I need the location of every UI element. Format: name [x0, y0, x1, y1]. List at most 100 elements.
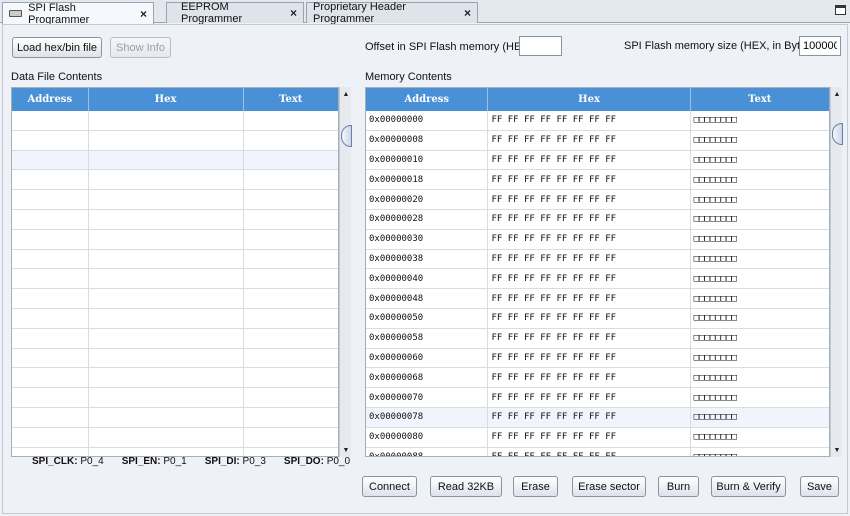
- table-row[interactable]: [12, 269, 338, 290]
- table-row[interactable]: 0x00000000 FF FF FF FF FF FF FF FF □□□□□□□…: [366, 111, 829, 131]
- text-cell: [244, 349, 338, 368]
- pin-spi-do: SPI_DO: P0_0: [284, 456, 350, 467]
- hex-cell: [89, 368, 244, 388]
- read-32kb-button[interactable]: Read 32KB: [430, 476, 502, 497]
- scroll-down-icon[interactable]: ▼: [340, 445, 352, 455]
- load-file-button[interactable]: Load hex/bin file: [12, 37, 102, 58]
- memory-scrollbar[interactable]: ▲ ▼: [830, 87, 843, 457]
- erase-button[interactable]: Erase: [513, 476, 558, 497]
- scroll-down-icon[interactable]: ▼: [831, 445, 843, 455]
- text-cell: [244, 309, 338, 328]
- pin-spi-en: SPI_EN: P0_1: [122, 456, 187, 467]
- table-row[interactable]: 0x00000020 FF FF FF FF FF FF FF FF □□□□□□□…: [366, 190, 829, 210]
- connect-button[interactable]: Connect: [362, 476, 417, 497]
- table-row[interactable]: [12, 407, 338, 428]
- hex-cell: [89, 209, 244, 229]
- table-row[interactable]: 0x00000078 FF FF FF FF FF FF FF FF □□□□□□□…: [366, 407, 829, 428]
- memory-size-input[interactable]: [799, 36, 841, 56]
- hex-cell: [89, 348, 244, 368]
- address-cell: [12, 150, 89, 170]
- table-row[interactable]: [12, 289, 338, 309]
- address-cell: 0x00000080: [366, 427, 489, 447]
- column-header-text[interactable]: Text: [691, 88, 829, 111]
- address-cell: [12, 229, 89, 249]
- tab-label: Proprietary Header Programmer: [313, 1, 406, 25]
- hex-cell: FF FF FF FF FF FF FF FF: [488, 111, 691, 130]
- table-row[interactable]: [12, 190, 338, 210]
- table-row[interactable]: 0x00000068 FF FF FF FF FF FF FF FF □□□□□□□…: [366, 368, 829, 389]
- column-header-hex[interactable]: Hex: [89, 88, 244, 111]
- close-icon[interactable]: ×: [140, 7, 147, 21]
- scroll-up-icon[interactable]: ▲: [831, 89, 843, 99]
- table-row[interactable]: 0x00000030 FF FF FF FF FF FF FF FF □□□□□□□…: [366, 229, 829, 250]
- offset-label: Offset in SPI Flash memory (HEX):: [365, 41, 536, 53]
- table-row[interactable]: [12, 368, 338, 389]
- column-header-hex[interactable]: Hex: [488, 88, 691, 111]
- save-button[interactable]: Save: [800, 476, 839, 497]
- text-cell: □□□□□□□□: [693, 432, 737, 443]
- text-cell: [244, 131, 338, 150]
- hex-cell: [89, 388, 244, 407]
- hex-cell: FF FF FF FF FF FF FF FF: [488, 269, 691, 289]
- table-row[interactable]: [12, 209, 338, 230]
- table-row[interactable]: 0x00000048 FF FF FF FF FF FF FF FF □□□□□□□…: [366, 289, 829, 309]
- text-cell: [244, 151, 338, 170]
- column-header-text[interactable]: Text: [244, 88, 338, 111]
- scroll-up-icon[interactable]: ▲: [340, 89, 352, 99]
- table-row[interactable]: 0x00000060 FF FF FF FF FF FF FF FF □□□□□□□…: [366, 348, 829, 369]
- table-row[interactable]: [12, 328, 338, 349]
- table-row[interactable]: 0x00000028 FF FF FF FF FF FF FF FF □□□□□□□…: [366, 209, 829, 230]
- tab-spi-flash-programmer[interactable]: SPI Flash Programmer ×: [2, 2, 154, 26]
- column-header-address[interactable]: Address: [12, 88, 89, 111]
- table-row[interactable]: [12, 150, 338, 171]
- show-info-button[interactable]: Show Info: [110, 37, 171, 58]
- text-cell: [244, 210, 338, 229]
- table-row[interactable]: 0x00000010 FF FF FF FF FF FF FF FF □□□□□□□…: [366, 150, 829, 171]
- tab-eeprom-programmer[interactable]: EEPROM Programmer ×: [166, 1, 304, 25]
- table-row[interactable]: 0x00000088 FF FF FF FF FF FF FF FF □□□□□□□…: [366, 447, 829, 456]
- table-row[interactable]: [12, 130, 338, 151]
- hex-cell: [89, 427, 244, 447]
- scroll-thumb[interactable]: [832, 123, 843, 145]
- burn-verify-button[interactable]: Burn & Verify: [711, 476, 786, 497]
- offset-input[interactable]: [519, 36, 562, 56]
- close-icon[interactable]: ×: [464, 6, 471, 20]
- table-row[interactable]: [12, 229, 338, 250]
- maximize-icon[interactable]: [835, 5, 846, 15]
- table-row[interactable]: [12, 388, 338, 408]
- table-row[interactable]: 0x00000018 FF FF FF FF FF FF FF FF □□□□□□□…: [366, 170, 829, 191]
- table-row[interactable]: 0x00000008 FF FF FF FF FF FF FF FF □□□□□□□…: [366, 130, 829, 151]
- address-cell: [12, 289, 89, 308]
- address-cell: 0x00000088: [366, 447, 489, 456]
- table-row[interactable]: 0x00000040 FF FF FF FF FF FF FF FF □□□□□□□…: [366, 269, 829, 290]
- table-row[interactable]: [12, 170, 338, 191]
- address-cell: 0x00000058: [366, 328, 489, 348]
- scroll-thumb[interactable]: [341, 125, 352, 147]
- table-row[interactable]: 0x00000070 FF FF FF FF FF FF FF FF □□□□□□□…: [366, 388, 829, 408]
- memory-title: Memory Contents: [365, 71, 452, 83]
- text-cell: [244, 329, 338, 348]
- hex-cell: [89, 308, 244, 328]
- erase-sector-button[interactable]: Erase sector: [572, 476, 646, 497]
- table-row[interactable]: [12, 427, 338, 448]
- table-row[interactable]: [12, 348, 338, 369]
- pin-assignments: SPI_CLK: P0_4 SPI_EN: P0_1 SPI_DI: P0_3 …: [32, 456, 368, 467]
- table-row[interactable]: 0x00000058 FF FF FF FF FF FF FF FF □□□□□□□…: [366, 328, 829, 349]
- table-row[interactable]: [12, 249, 338, 270]
- close-icon[interactable]: ×: [290, 6, 297, 20]
- text-cell: [244, 368, 338, 387]
- address-cell: 0x00000000: [366, 111, 489, 130]
- pin-name: SPI_EN:: [121, 456, 161, 467]
- burn-button[interactable]: Burn: [658, 476, 699, 497]
- tab-proprietary-header-programmer[interactable]: Proprietary Header Programmer ×: [306, 1, 478, 25]
- table-row[interactable]: 0x00000080 FF FF FF FF FF FF FF FF □□□□□□□…: [366, 427, 829, 448]
- column-header-address[interactable]: Address: [366, 88, 489, 111]
- table-row[interactable]: [12, 308, 338, 329]
- table-row[interactable]: 0x00000050 FF FF FF FF FF FF FF FF □□□□□□□…: [366, 308, 829, 329]
- pin-value: P0_4: [80, 456, 104, 467]
- table-row[interactable]: [12, 111, 338, 131]
- table-row[interactable]: 0x00000038 FF FF FF FF FF FF FF FF □□□□□□□…: [366, 249, 829, 270]
- address-cell: [12, 308, 89, 328]
- data-file-scrollbar[interactable]: ▲ ▼: [339, 87, 352, 457]
- text-cell: □□□□□□□□: [693, 214, 737, 225]
